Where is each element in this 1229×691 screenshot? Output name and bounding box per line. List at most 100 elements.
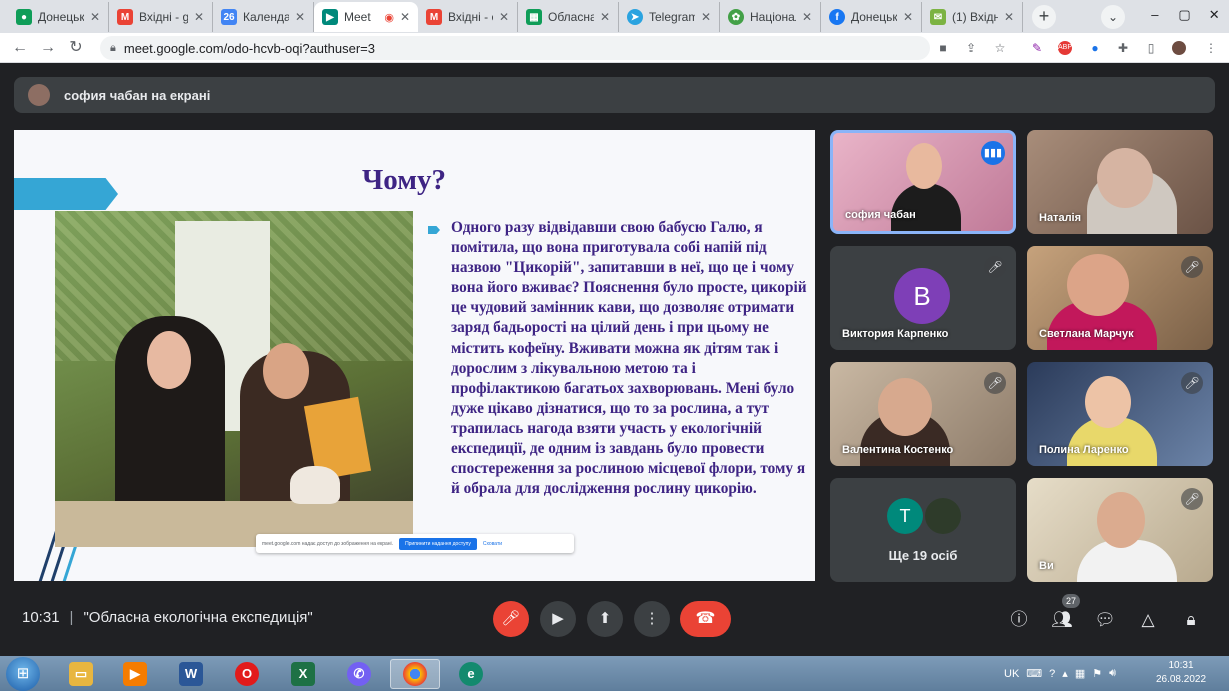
network-icon[interactable]: ▦ <box>1075 667 1085 680</box>
tab-national[interactable]: ✿ Національ ✕ <box>720 2 821 32</box>
tab-search-button[interactable]: ⌄ <box>1101 5 1125 29</box>
participant-tile-valentina[interactable]: 🎤︎ Валентина Костенко <box>830 362 1016 466</box>
profile-avatar[interactable] <box>1172 41 1186 55</box>
taskbar-excel[interactable]: X <box>278 659 328 689</box>
taskbar-explorer[interactable]: ▭ <box>56 659 106 689</box>
close-icon[interactable]: ✕ <box>295 10 305 24</box>
slide-arrow-decoration <box>14 178 118 210</box>
tab-meet[interactable]: ▶ Meet ◉ ✕ <box>314 2 418 32</box>
meet-main: софия чабан на екрані Чому? Одного разу … <box>0 63 1229 656</box>
maximize-icon[interactable]: ▢ <box>1170 0 1200 30</box>
taskbar-edge[interactable]: e <box>446 659 496 689</box>
close-icon[interactable]: ✕ <box>701 10 711 24</box>
system-clock[interactable]: 10:31 26.08.2022 <box>1148 659 1214 687</box>
word-icon: W <box>179 662 203 686</box>
opera-icon: O <box>235 662 259 686</box>
sidepanel-icon[interactable]: ▯ <box>1144 41 1158 55</box>
close-icon[interactable]: ✕ <box>600 10 610 24</box>
tab-gmail-2[interactable]: M Вхідні - c ✕ <box>418 2 518 32</box>
close-icon[interactable]: ✕ <box>194 10 204 24</box>
participant-tile-polina[interactable]: 🎤︎ Полина Ларенко <box>1027 362 1213 466</box>
participant-tile-svetlana[interactable]: 🎤︎ Светлана Марчук <box>1027 246 1213 350</box>
browser-tab-bar: ● Донецьк ✕ M Вхідні - g ✕ 26 Календар ✕… <box>0 0 1229 33</box>
flag-icon[interactable]: ⚑ <box>1092 667 1102 680</box>
close-icon[interactable]: ✕ <box>499 10 509 24</box>
participant-tile-natalia[interactable]: Наталія <box>1027 130 1213 234</box>
minimize-icon[interactable]: – <box>1140 0 1170 30</box>
divider: | <box>69 609 74 626</box>
volume-icon[interactable]: 🔊︎ <box>1109 667 1116 680</box>
share-icon[interactable]: ⇪ <box>964 41 978 55</box>
close-window-icon[interactable]: ✕ <box>1199 0 1229 30</box>
taskbar-media[interactable]: ▶ <box>110 659 160 689</box>
start-button[interactable]: ⊞ <box>6 657 40 691</box>
participant-tile-viktoria[interactable]: B 🎤︎ Виктория Карпенко <box>830 246 1016 350</box>
excel-icon: X <box>291 662 315 686</box>
tab-sheets[interactable]: ▦ Обласна ✕ <box>518 2 619 32</box>
tray-arrow-icon[interactable]: ▴ <box>1062 667 1068 680</box>
help-icon[interactable]: ? <box>1049 668 1055 680</box>
new-tab-button[interactable]: + <box>1032 5 1056 29</box>
participant-tile-others[interactable]: T Ще 19 осіб <box>830 478 1016 582</box>
hide-notice-button[interactable]: Сховати <box>483 541 502 547</box>
reload-icon[interactable]: ↻ <box>65 38 87 58</box>
gmail-icon: M <box>426 9 442 25</box>
camera-icon[interactable]: ■ <box>936 41 950 55</box>
close-icon[interactable]: ✕ <box>802 10 812 24</box>
close-icon[interactable]: ✕ <box>90 10 100 24</box>
address-bar: ← → ↻ 🔒︎ meet.google.com/odo-hcvb-oqi?au… <box>0 33 1229 63</box>
back-icon[interactable]: ← <box>9 38 31 58</box>
extension-dot-icon[interactable]: ● <box>1088 41 1102 55</box>
tab-gmail-1[interactable]: M Вхідні - g ✕ <box>109 2 213 32</box>
tab-donetsk[interactable]: ● Донецьк ✕ <box>8 2 109 32</box>
adblock-icon[interactable]: ABP <box>1058 41 1072 55</box>
telegram-icon: ➤ <box>627 9 643 25</box>
close-icon[interactable]: ✕ <box>400 10 410 24</box>
sheets-icon: ▦ <box>526 9 542 25</box>
activities-icon[interactable]: △ <box>1136 608 1160 632</box>
avatar: T <box>887 498 923 534</box>
stop-sharing-button[interactable]: Припинити надання доступу <box>399 537 477 550</box>
mic-off-icon: 🎤︎ <box>984 372 1006 394</box>
mail-icon: ✉ <box>930 9 946 25</box>
host-controls-icon[interactable]: 🔒︎ <box>1179 608 1203 632</box>
leave-call-button[interactable]: ☎ <box>680 601 731 637</box>
extensions-icon[interactable]: ✚ <box>1116 41 1130 55</box>
menu-icon[interactable]: ⋮ <box>1204 41 1218 55</box>
site-icon: ✿ <box>728 9 744 25</box>
camera-toggle-button[interactable]: ▶ <box>540 601 576 637</box>
folder-icon: ▭ <box>69 662 93 686</box>
people-count-badge: 27 <box>1062 594 1080 608</box>
bookmark-star-icon[interactable]: ☆ <box>993 41 1007 55</box>
present-button[interactable]: ⬆ <box>587 601 623 637</box>
participant-tile-sofia[interactable]: ▮▮▮ софия чабан <box>830 130 1016 234</box>
mic-off-icon: 🎤︎ <box>1181 256 1203 278</box>
extension-pen-icon[interactable]: ✎ <box>1030 41 1044 55</box>
people-icon[interactable]: 👥︎ <box>1050 608 1074 632</box>
taskbar-viber[interactable]: ✆ <box>334 659 384 689</box>
meeting-title: "Обласна екологічна експедиція" <box>83 609 313 626</box>
gmail-icon: M <box>117 9 133 25</box>
close-icon[interactable]: ✕ <box>1004 10 1014 24</box>
url-field[interactable]: 🔒︎ meet.google.com/odo-hcvb-oqi?authuser… <box>100 36 930 60</box>
taskbar-opera[interactable]: O <box>222 659 272 689</box>
mic-toggle-button[interactable]: 🎤︎ <box>493 601 529 637</box>
tab-facebook[interactable]: f Донецьк ✕ <box>821 2 922 32</box>
screen-share-notice: meet.google.com надає доступ до зображен… <box>256 534 574 553</box>
participant-tile-self[interactable]: 🎤︎ Ви <box>1027 478 1213 582</box>
viber-icon: ✆ <box>347 662 371 686</box>
taskbar-word[interactable]: W <box>166 659 216 689</box>
keyboard-icon[interactable]: ⌨ <box>1026 667 1042 680</box>
forward-icon[interactable]: → <box>37 38 59 58</box>
tab-mail[interactable]: ✉ (1) Вхідн ✕ <box>922 2 1023 32</box>
tab-telegram[interactable]: ➤ Telegram ✕ <box>619 2 720 32</box>
tab-calendar[interactable]: 26 Календар ✕ <box>213 2 314 32</box>
chat-icon[interactable]: 💬︎ <box>1093 608 1117 632</box>
taskbar-chrome[interactable] <box>390 659 440 689</box>
language-indicator[interactable]: UK <box>1004 668 1019 680</box>
more-options-button[interactable]: ⋮ <box>634 601 670 637</box>
avatar <box>925 498 961 534</box>
facebook-icon: f <box>829 9 845 25</box>
close-icon[interactable]: ✕ <box>903 10 913 24</box>
info-icon[interactable]: ⓘ <box>1007 608 1031 632</box>
